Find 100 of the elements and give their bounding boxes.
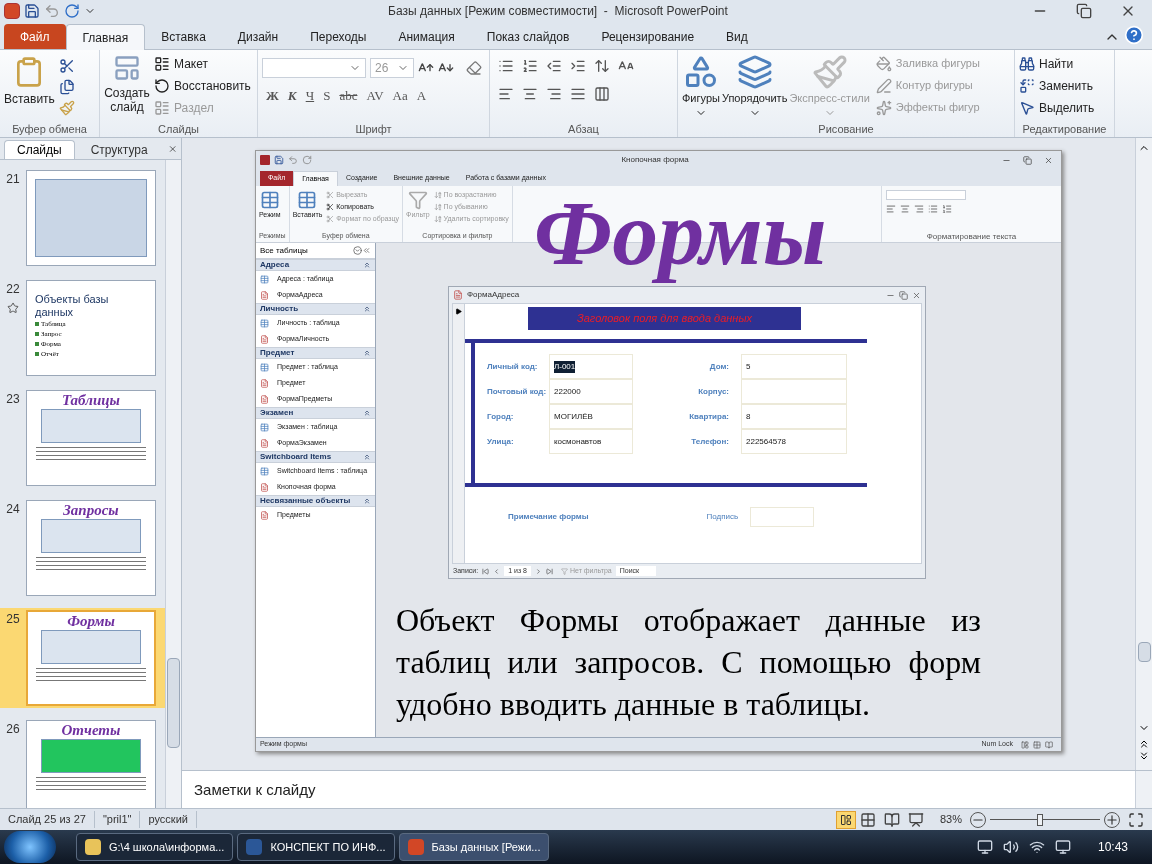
form-field[interactable]: 5 [741,354,847,379]
redo-icon[interactable] [302,155,312,165]
previous-slide-icon[interactable] [1138,738,1150,750]
undo-icon[interactable] [288,155,298,165]
form-field[interactable] [741,379,847,404]
view-icon[interactable] [883,811,900,828]
help-icon[interactable] [1124,25,1144,45]
scrollbar[interactable] [165,160,181,808]
clear-format-icon[interactable] [466,60,482,76]
scrollbar-thumb[interactable] [1137,642,1151,662]
slide-thumbnail[interactable]: Запросы [26,500,156,596]
slide-thumbnail[interactable]: Отчеты [26,720,156,808]
font-format-button[interactable]: AV [366,86,384,106]
align-icon[interactable] [546,86,562,102]
font-format-button[interactable]: S [323,86,331,106]
next-record-icon[interactable] [535,567,542,575]
ribbon-tab[interactable]: Рецензирование [585,24,711,49]
collapse-icon[interactable] [362,246,371,255]
taskbar-button[interactable]: КОНСПЕКТ ПО ИНФ... [237,833,395,861]
font-name-field[interactable] [886,190,966,200]
font-format-button[interactable]: К [287,86,297,106]
font-format-button[interactable]: Ж [266,86,279,106]
save-icon[interactable] [24,3,40,19]
slide-thumbnail[interactable]: Таблицы [26,390,156,486]
format-painter-icon[interactable] [58,100,75,116]
font-format-button[interactable]: Aa [392,86,408,106]
form-field[interactable]: 222000 [549,379,633,404]
font-format-button[interactable]: A [416,86,427,106]
nav-group-header[interactable]: Экзамен [256,407,375,419]
nav-group-header[interactable]: Личность [256,303,375,315]
zoom-thumb[interactable] [1036,813,1043,826]
scrollbar-thumb[interactable] [167,658,180,748]
paragraph-tool-icon[interactable] [546,58,562,74]
view-icon[interactable] [859,811,876,828]
nav-pane-header[interactable]: Все таблицы [260,244,353,257]
nav-group-header[interactable]: Предмет [256,347,375,359]
paragraph-tool-icon[interactable] [570,58,586,74]
format-icon[interactable] [886,204,896,214]
form-field[interactable]: космонавтов [549,429,633,454]
form-field[interactable]: Л-001 [549,354,633,379]
record-selector-icon[interactable] [455,308,462,315]
paragraph-tool-icon[interactable] [594,58,610,74]
taskbar-button[interactable]: Базы данных [Режи... [398,833,550,861]
taskbar-button[interactable]: G:\4 школа\информа... [76,833,234,861]
ribbon-tab[interactable]: Файл [4,24,66,49]
ribbon-tab[interactable]: Показ слайдов [470,24,586,49]
save-icon[interactable] [274,155,284,165]
collapse-icon[interactable] [363,349,371,357]
ribbon-tab[interactable]: Главная [65,24,146,50]
nav-group-header[interactable]: Адреса [256,259,375,271]
restore-icon[interactable] [1076,3,1092,19]
collapse-icon[interactable] [363,497,371,505]
close-icon[interactable] [912,290,921,300]
drawing-button[interactable]: Упорядочить [721,54,788,119]
redo-icon[interactable] [64,3,80,19]
close-icon[interactable] [1044,155,1053,165]
ribbon-tab[interactable]: Анимация [382,24,471,49]
tray-icon[interactable] [1002,839,1019,855]
first-record-icon[interactable] [482,567,490,575]
editing-button[interactable]: Выделить [1019,98,1110,117]
slide-thumbnail[interactable] [26,170,156,266]
font-format-button[interactable]: Ч [305,86,315,106]
font-name-field[interactable] [262,58,366,78]
zoom-level[interactable]: 83% [939,811,962,828]
nav-group-header[interactable]: Несвязанные объекты [256,495,375,507]
copy-icon[interactable] [58,79,75,95]
dropdown-icon[interactable] [353,246,362,255]
next-slide-icon[interactable] [1138,750,1150,762]
nav-group-header[interactable]: Switchboard Items [256,451,375,463]
ribbon-tab[interactable]: Переходы [294,24,383,49]
previous-record-icon[interactable] [493,567,501,575]
paragraph-tool-icon[interactable] [498,58,514,74]
slides-menu-button[interactable]: Восстановить [154,76,251,96]
form-field[interactable]: 8 [741,404,847,429]
form-field[interactable]: МОГИЛЁВ [549,404,633,429]
collapse-icon[interactable] [363,453,371,461]
slides-menu-button[interactable]: Макет [154,54,251,74]
collapse-icon[interactable] [363,409,371,417]
cut-icon[interactable] [58,58,75,74]
collapse-icon[interactable] [363,261,371,269]
format-icon[interactable] [914,204,924,214]
zoom-slider[interactable] [990,812,1100,827]
form-field[interactable]: 222564578 [741,429,847,454]
align-icon[interactable] [498,86,514,102]
normal-view-button[interactable] [835,810,856,829]
font-format-button[interactable]: abc [339,86,358,106]
align-icon[interactable] [522,86,538,102]
paste-button[interactable]: Вставить [4,54,55,108]
scrollbar[interactable] [1135,771,1152,808]
format-icon[interactable] [900,204,910,214]
tray-icon[interactable] [1054,839,1071,855]
notes-field[interactable]: Заметки к слайду [182,771,1135,808]
last-record-icon[interactable] [546,567,553,575]
slide-thumbnail[interactable]: Формы [26,610,156,706]
start-button[interactable] [4,831,56,863]
drawing-button[interactable]: Фигуры [682,54,720,119]
align-icon[interactable] [570,86,586,102]
editing-button[interactable]: Найти [1019,54,1110,73]
align-icon[interactable] [594,86,610,102]
scrollbar[interactable] [1135,138,1152,770]
